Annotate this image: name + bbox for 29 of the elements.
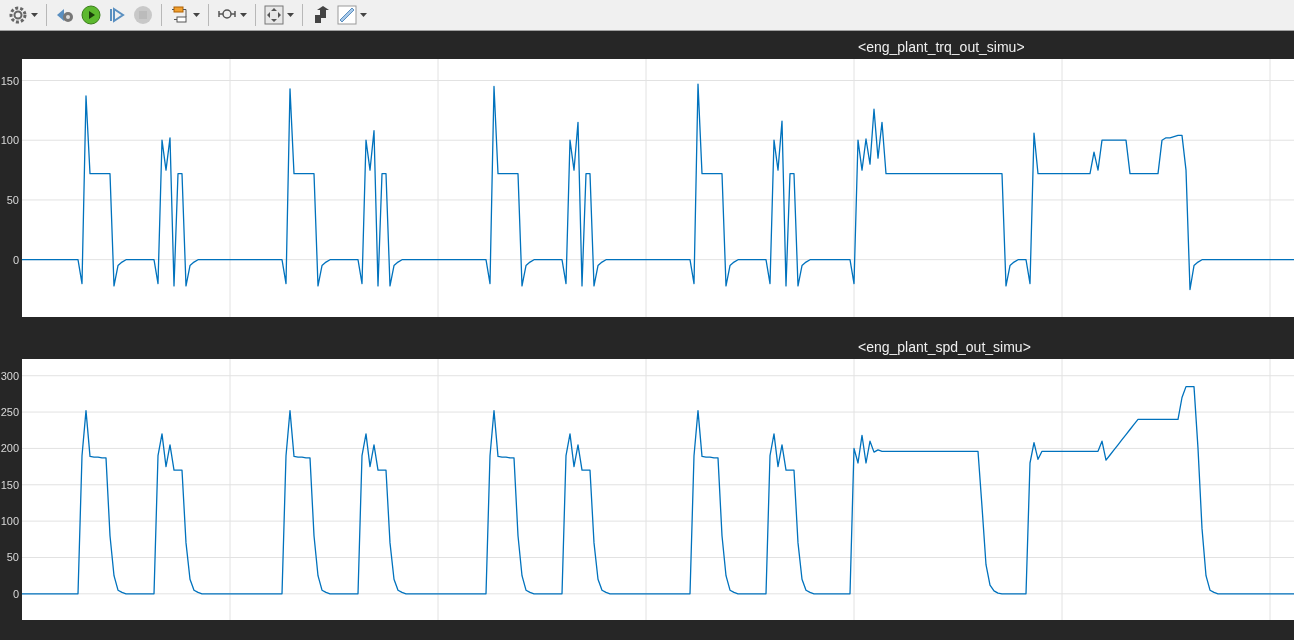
toolbar-button[interactable] bbox=[169, 4, 201, 26]
axis-tick-label: 150 bbox=[0, 478, 19, 491]
axis-tick-label: 300 bbox=[0, 369, 19, 382]
axis-tick-label: 100 bbox=[0, 134, 19, 147]
play-icon bbox=[81, 5, 101, 25]
stop-icon bbox=[133, 5, 153, 25]
caret-icon bbox=[193, 13, 200, 17]
axis-tick-label: 0 bbox=[12, 253, 19, 266]
axis-tick-label: 150 bbox=[0, 74, 19, 87]
gear-icon bbox=[8, 5, 28, 25]
caret-icon bbox=[287, 13, 294, 17]
fit-to-view-icon bbox=[264, 5, 284, 25]
toolbar-button[interactable] bbox=[7, 4, 39, 26]
caret-icon bbox=[31, 13, 38, 17]
ruler-icon bbox=[337, 5, 357, 25]
toolbar-button[interactable] bbox=[80, 4, 102, 26]
caret-icon bbox=[360, 13, 367, 17]
axis-tick-label: 200 bbox=[0, 442, 19, 455]
plot-title: <eng_plant_trq_out_simu> bbox=[858, 39, 1025, 55]
block-diagram-icon bbox=[170, 5, 190, 25]
axis-tick-label: 50 bbox=[6, 551, 19, 564]
plot-title: <eng_plant_spd_out_simu> bbox=[858, 339, 1031, 355]
axis-tick-label: 100 bbox=[0, 515, 19, 528]
axis-tick-label: 50 bbox=[6, 193, 19, 206]
step-forward-icon bbox=[107, 5, 127, 25]
toolbar-button[interactable] bbox=[263, 4, 295, 26]
axis-tick-label: 250 bbox=[0, 406, 19, 419]
axis-tick-label: 0 bbox=[12, 587, 19, 600]
caret-icon bbox=[240, 13, 247, 17]
